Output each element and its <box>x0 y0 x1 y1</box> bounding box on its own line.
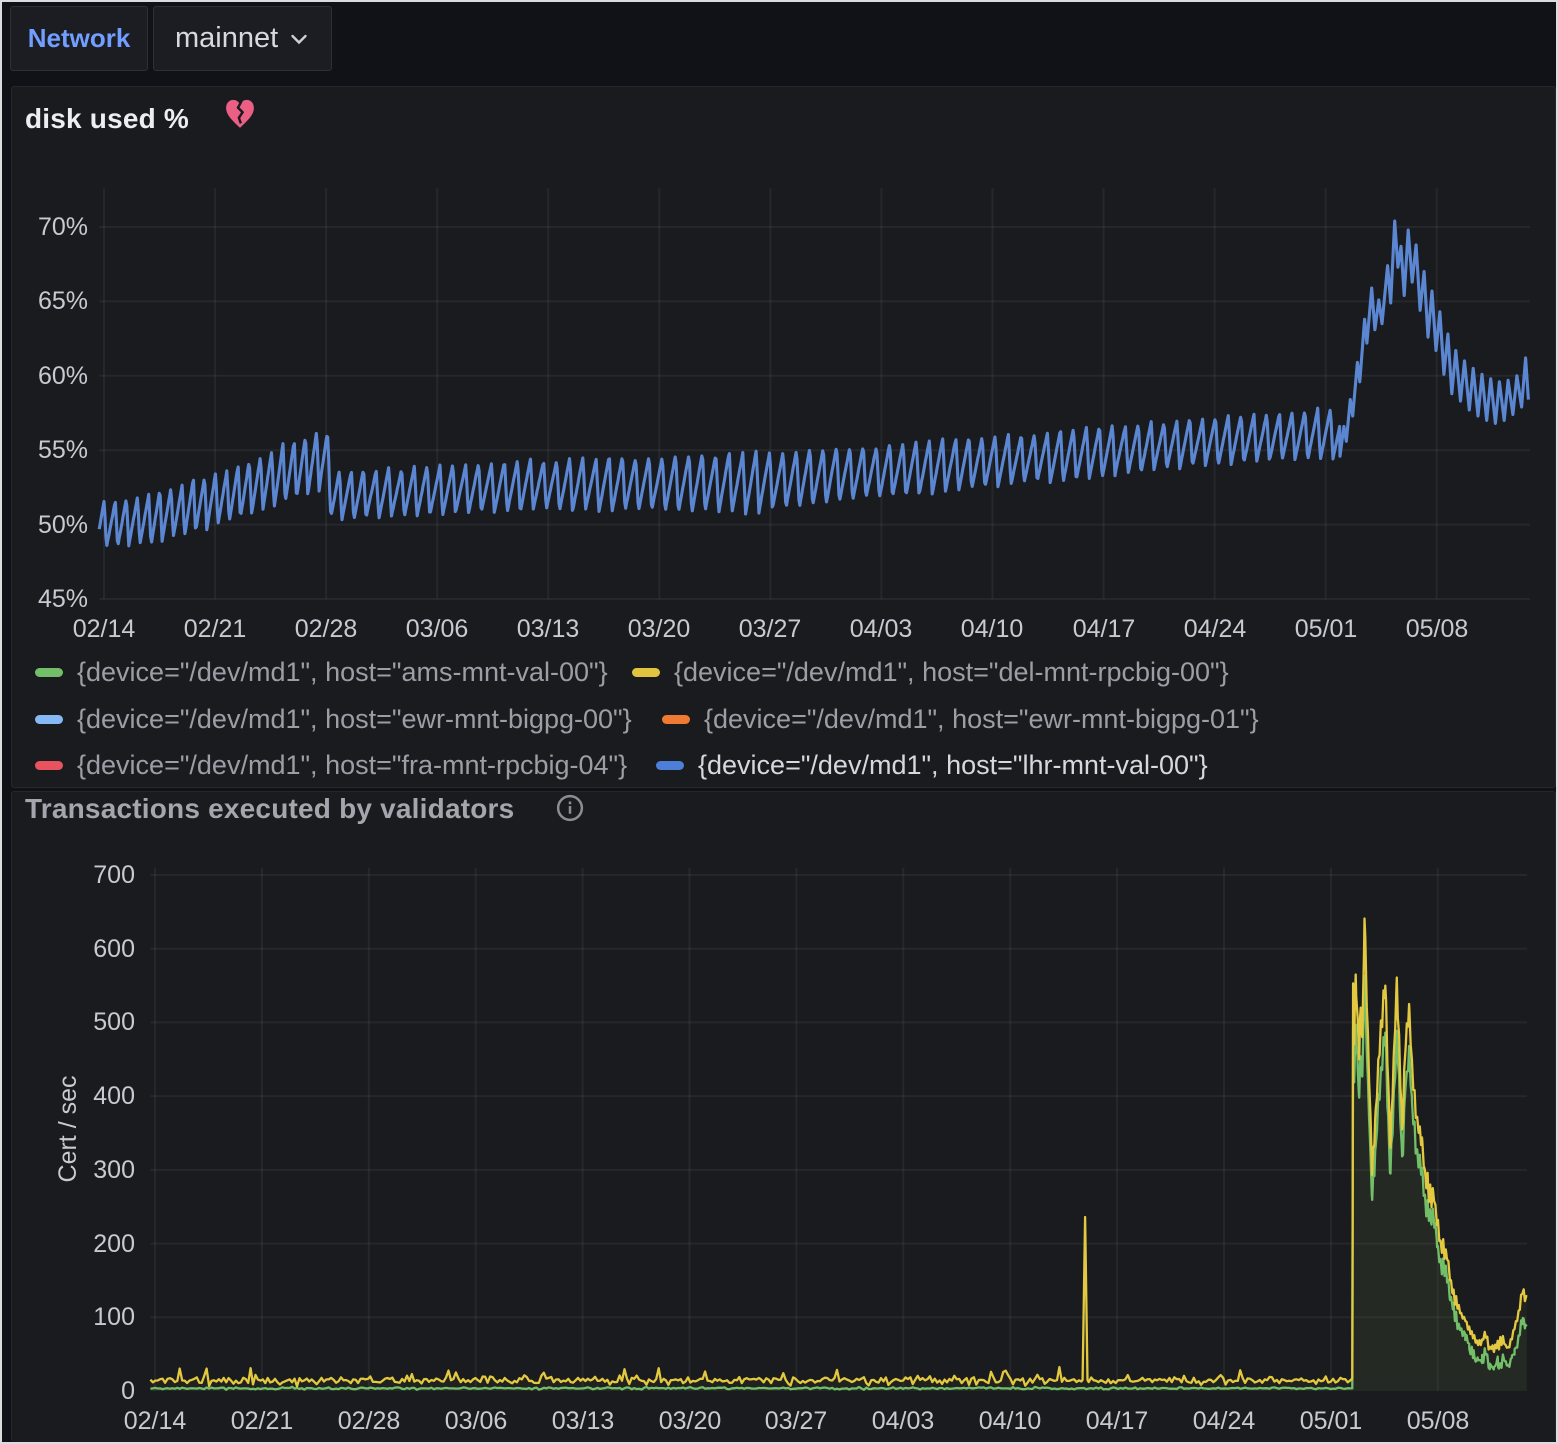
svg-text:04/17: 04/17 <box>1086 1407 1149 1435</box>
svg-text:02/21: 02/21 <box>184 615 247 643</box>
svg-text:600: 600 <box>93 935 135 963</box>
svg-text:55%: 55% <box>38 436 88 464</box>
svg-text:02/14: 02/14 <box>73 615 136 643</box>
svg-text:02/21: 02/21 <box>231 1407 294 1435</box>
svg-text:04/24: 04/24 <box>1193 1407 1256 1435</box>
svg-text:05/08: 05/08 <box>1406 615 1469 643</box>
svg-text:03/20: 03/20 <box>628 615 691 643</box>
svg-text:300: 300 <box>93 1156 135 1184</box>
svg-text:05/01: 05/01 <box>1295 615 1358 643</box>
svg-text:02/14: 02/14 <box>124 1407 187 1435</box>
svg-text:04/24: 04/24 <box>1184 615 1247 643</box>
svg-text:200: 200 <box>93 1230 135 1258</box>
svg-text:02/28: 02/28 <box>338 1407 401 1435</box>
svg-text:400: 400 <box>93 1082 135 1110</box>
svg-text:05/08: 05/08 <box>1407 1407 1470 1435</box>
svg-text:03/06: 03/06 <box>406 615 469 643</box>
svg-text:03/27: 03/27 <box>739 615 802 643</box>
svg-text:500: 500 <box>93 1008 135 1036</box>
svg-text:04/17: 04/17 <box>1073 615 1136 643</box>
svg-text:04/10: 04/10 <box>961 615 1024 643</box>
svg-text:0: 0 <box>121 1377 135 1405</box>
svg-text:04/03: 04/03 <box>872 1407 935 1435</box>
svg-text:05/01: 05/01 <box>1300 1407 1363 1435</box>
svg-text:Cert / sec: Cert / sec <box>54 1076 82 1183</box>
svg-text:03/20: 03/20 <box>659 1407 722 1435</box>
svg-text:03/13: 03/13 <box>517 615 580 643</box>
svg-text:03/06: 03/06 <box>445 1407 508 1435</box>
svg-text:100: 100 <box>93 1303 135 1331</box>
svg-text:65%: 65% <box>38 287 88 315</box>
svg-text:04/03: 04/03 <box>850 615 913 643</box>
svg-text:70%: 70% <box>38 213 88 241</box>
svg-text:03/13: 03/13 <box>552 1407 615 1435</box>
svg-text:700: 700 <box>93 861 135 889</box>
svg-text:03/27: 03/27 <box>765 1407 828 1435</box>
svg-text:04/10: 04/10 <box>979 1407 1042 1435</box>
svg-text:60%: 60% <box>38 362 88 390</box>
svg-text:02/28: 02/28 <box>295 615 358 643</box>
svg-text:45%: 45% <box>38 585 88 613</box>
svg-text:50%: 50% <box>38 511 88 539</box>
